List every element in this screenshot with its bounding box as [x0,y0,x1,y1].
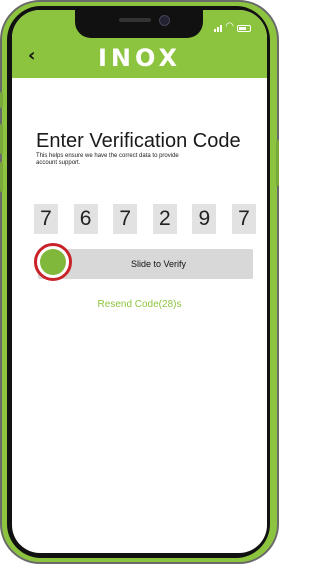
signal-bars-icon [214,25,223,32]
camera-icon [159,15,170,26]
brand-logo: INOX [97,44,182,72]
phone-side-button [0,92,3,108]
resend-code-link[interactable]: Resend Code(28)s [12,299,267,310]
speaker [119,18,151,22]
phone-side-button [276,140,279,186]
code-digit: 9 [192,204,217,234]
slider-label: Slide to Verify [130,259,187,269]
slider-handle-knob [40,249,66,275]
verification-code: 7 6 7 2 9 7 [34,204,256,234]
status-bar: ◠ [214,22,251,32]
phone-side-button [0,162,3,192]
notch [75,10,203,38]
code-digit: 6 [73,204,98,234]
page-title: Enter Verification Code [36,130,241,152]
code-digit: 7 [231,204,256,234]
slider-handle[interactable] [34,243,72,281]
code-digit: 7 [113,204,138,234]
page-subtitle: This helps ensure we have the correct da… [36,153,179,166]
slide-to-verify[interactable]: Slide to Verify [34,243,253,281]
app-screen: ◠ ‹ INOX Enter Verification Code This he… [12,10,267,553]
battery-icon [237,25,251,32]
code-digit: 7 [34,204,58,234]
phone-side-button [0,124,3,154]
wifi-icon: ◠ [225,21,234,32]
code-digit: 2 [152,204,177,234]
